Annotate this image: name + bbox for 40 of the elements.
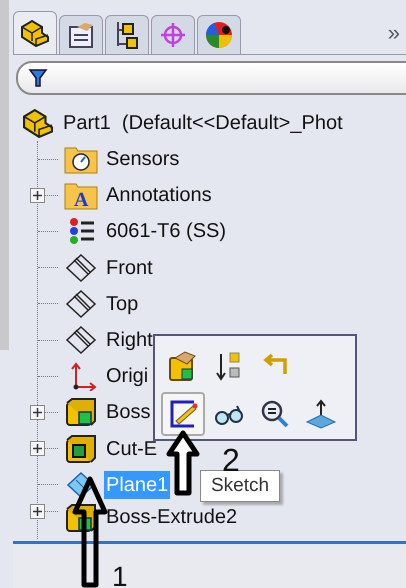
expand-toggle[interactable] bbox=[30, 404, 45, 420]
cut-extrude-icon bbox=[64, 434, 98, 464]
zoom-icon bbox=[259, 398, 291, 430]
config-tab[interactable] bbox=[105, 15, 149, 54]
more-tabs-button[interactable]: » bbox=[388, 20, 400, 54]
property-tab[interactable] bbox=[59, 15, 103, 54]
tooltip: Sketch bbox=[200, 470, 280, 502]
tree-item[interactable]: Right bbox=[104, 326, 155, 354]
tree-item[interactable]: Origi bbox=[104, 362, 150, 390]
annotation-letter: A bbox=[74, 189, 88, 210]
boss-extrude-icon bbox=[64, 397, 98, 428]
tree-item[interactable]: Boss-Extrude2 bbox=[104, 502, 240, 531]
tree-item[interactable]: Top bbox=[104, 290, 140, 318]
tree-item[interactable]: Boss bbox=[104, 398, 152, 426]
boss-extrude-icon bbox=[64, 502, 98, 533]
filter-icon bbox=[28, 68, 48, 88]
sketch-button[interactable] bbox=[161, 392, 205, 436]
expand-toggle[interactable] bbox=[30, 441, 45, 456]
annotation-arrow bbox=[166, 430, 200, 496]
tree-item[interactable]: Front bbox=[104, 254, 155, 282]
tree-item[interactable]: 6061-T6 (SS) bbox=[104, 217, 228, 246]
appearance-ball-icon bbox=[204, 20, 234, 50]
tree-item[interactable]: Cut-E bbox=[104, 434, 160, 463]
part-icon bbox=[20, 19, 50, 47]
expand-toggle[interactable] bbox=[30, 188, 45, 203]
plane-icon bbox=[64, 252, 98, 283]
step-number: 1 bbox=[112, 566, 128, 588]
plane-icon bbox=[64, 288, 98, 319]
tree-item[interactable]: Annotations bbox=[104, 181, 214, 210]
tree-item[interactable]: Part1 (Default<<Default>_Phot bbox=[61, 109, 345, 137]
expand-toggle[interactable] bbox=[30, 504, 45, 519]
plane-icon bbox=[64, 325, 98, 356]
normal-to-icon bbox=[305, 398, 337, 430]
crosshair-icon bbox=[159, 21, 187, 49]
part-tab[interactable] bbox=[13, 11, 57, 54]
property-icon bbox=[67, 21, 95, 49]
filter-field[interactable] bbox=[16, 61, 406, 95]
part-icon bbox=[21, 108, 55, 138]
appearance-tab[interactable] bbox=[197, 15, 241, 54]
tree-item[interactable]: Sensors bbox=[104, 145, 182, 174]
